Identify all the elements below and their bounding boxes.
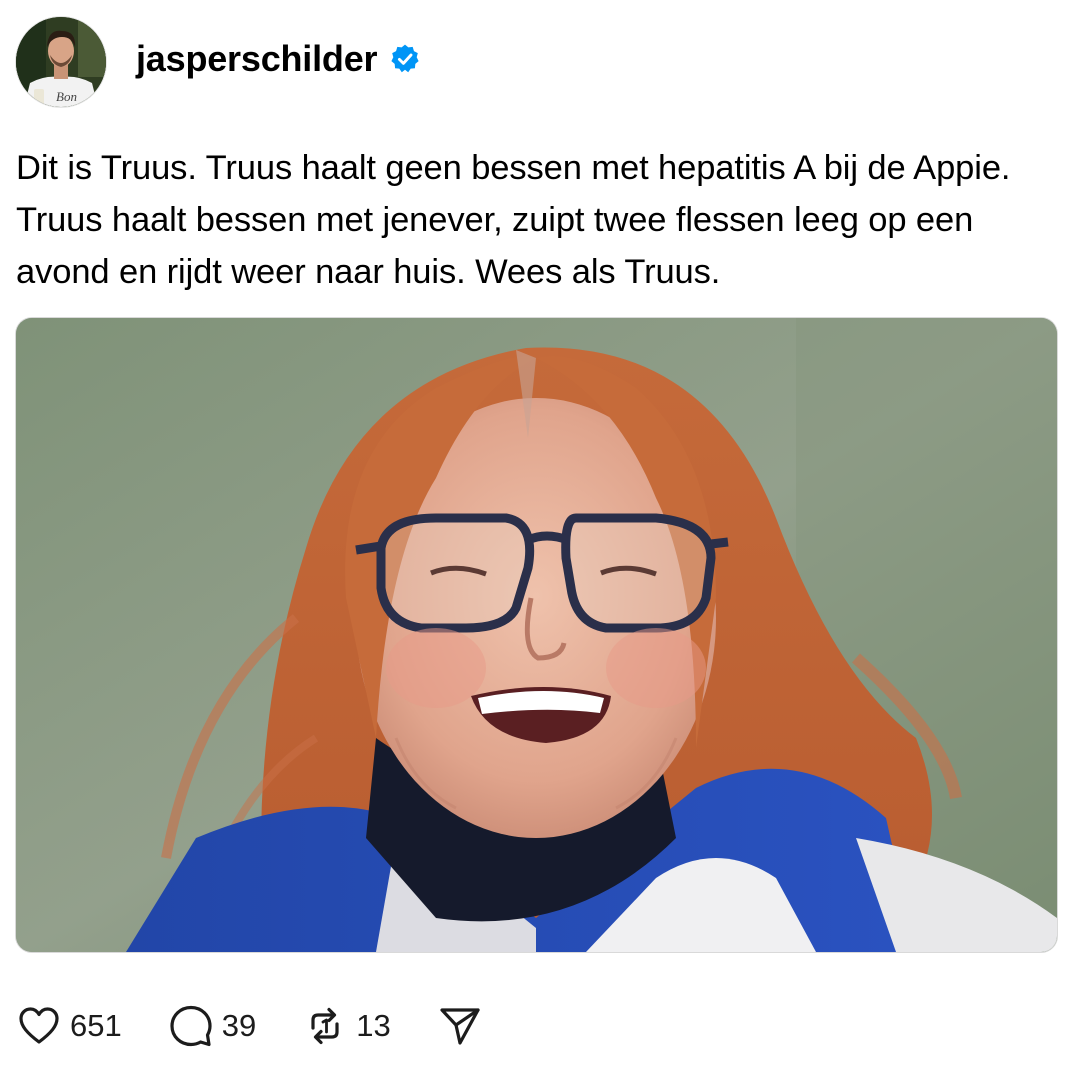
send-icon: [437, 1003, 483, 1049]
action-bar: 651 39 13: [16, 1000, 483, 1052]
reply-button[interactable]: 39: [168, 1003, 256, 1049]
post-header: Bon jasperschilder: [16, 16, 421, 108]
avatar[interactable]: Bon: [16, 17, 106, 107]
like-count: 651: [70, 1008, 122, 1043]
like-button[interactable]: 651: [16, 1003, 122, 1049]
speech-bubble-icon: [168, 1003, 214, 1049]
avatar-photo: Bon: [16, 17, 106, 107]
post-caption: Dit is Truus. Truus haalt geen bessen me…: [16, 149, 1011, 291]
heart-icon: [16, 1003, 62, 1049]
username[interactable]: jasperschilder: [136, 38, 378, 80]
post-image[interactable]: [16, 318, 1057, 952]
share-button[interactable]: [437, 1003, 483, 1049]
post: Bon jasperschilder Dit is Truus. Truus h…: [0, 0, 1078, 1074]
author-info: jasperschilder: [136, 38, 421, 80]
reply-count: 39: [221, 1008, 257, 1043]
verified-badge-icon: [389, 43, 421, 75]
photo-laughing-woman: [16, 318, 1057, 952]
avatar-shirt-text: Bon: [56, 89, 77, 104]
repost-count: 13: [356, 1008, 391, 1043]
repost-icon: [302, 1003, 348, 1049]
repost-button[interactable]: 13: [302, 1003, 391, 1049]
